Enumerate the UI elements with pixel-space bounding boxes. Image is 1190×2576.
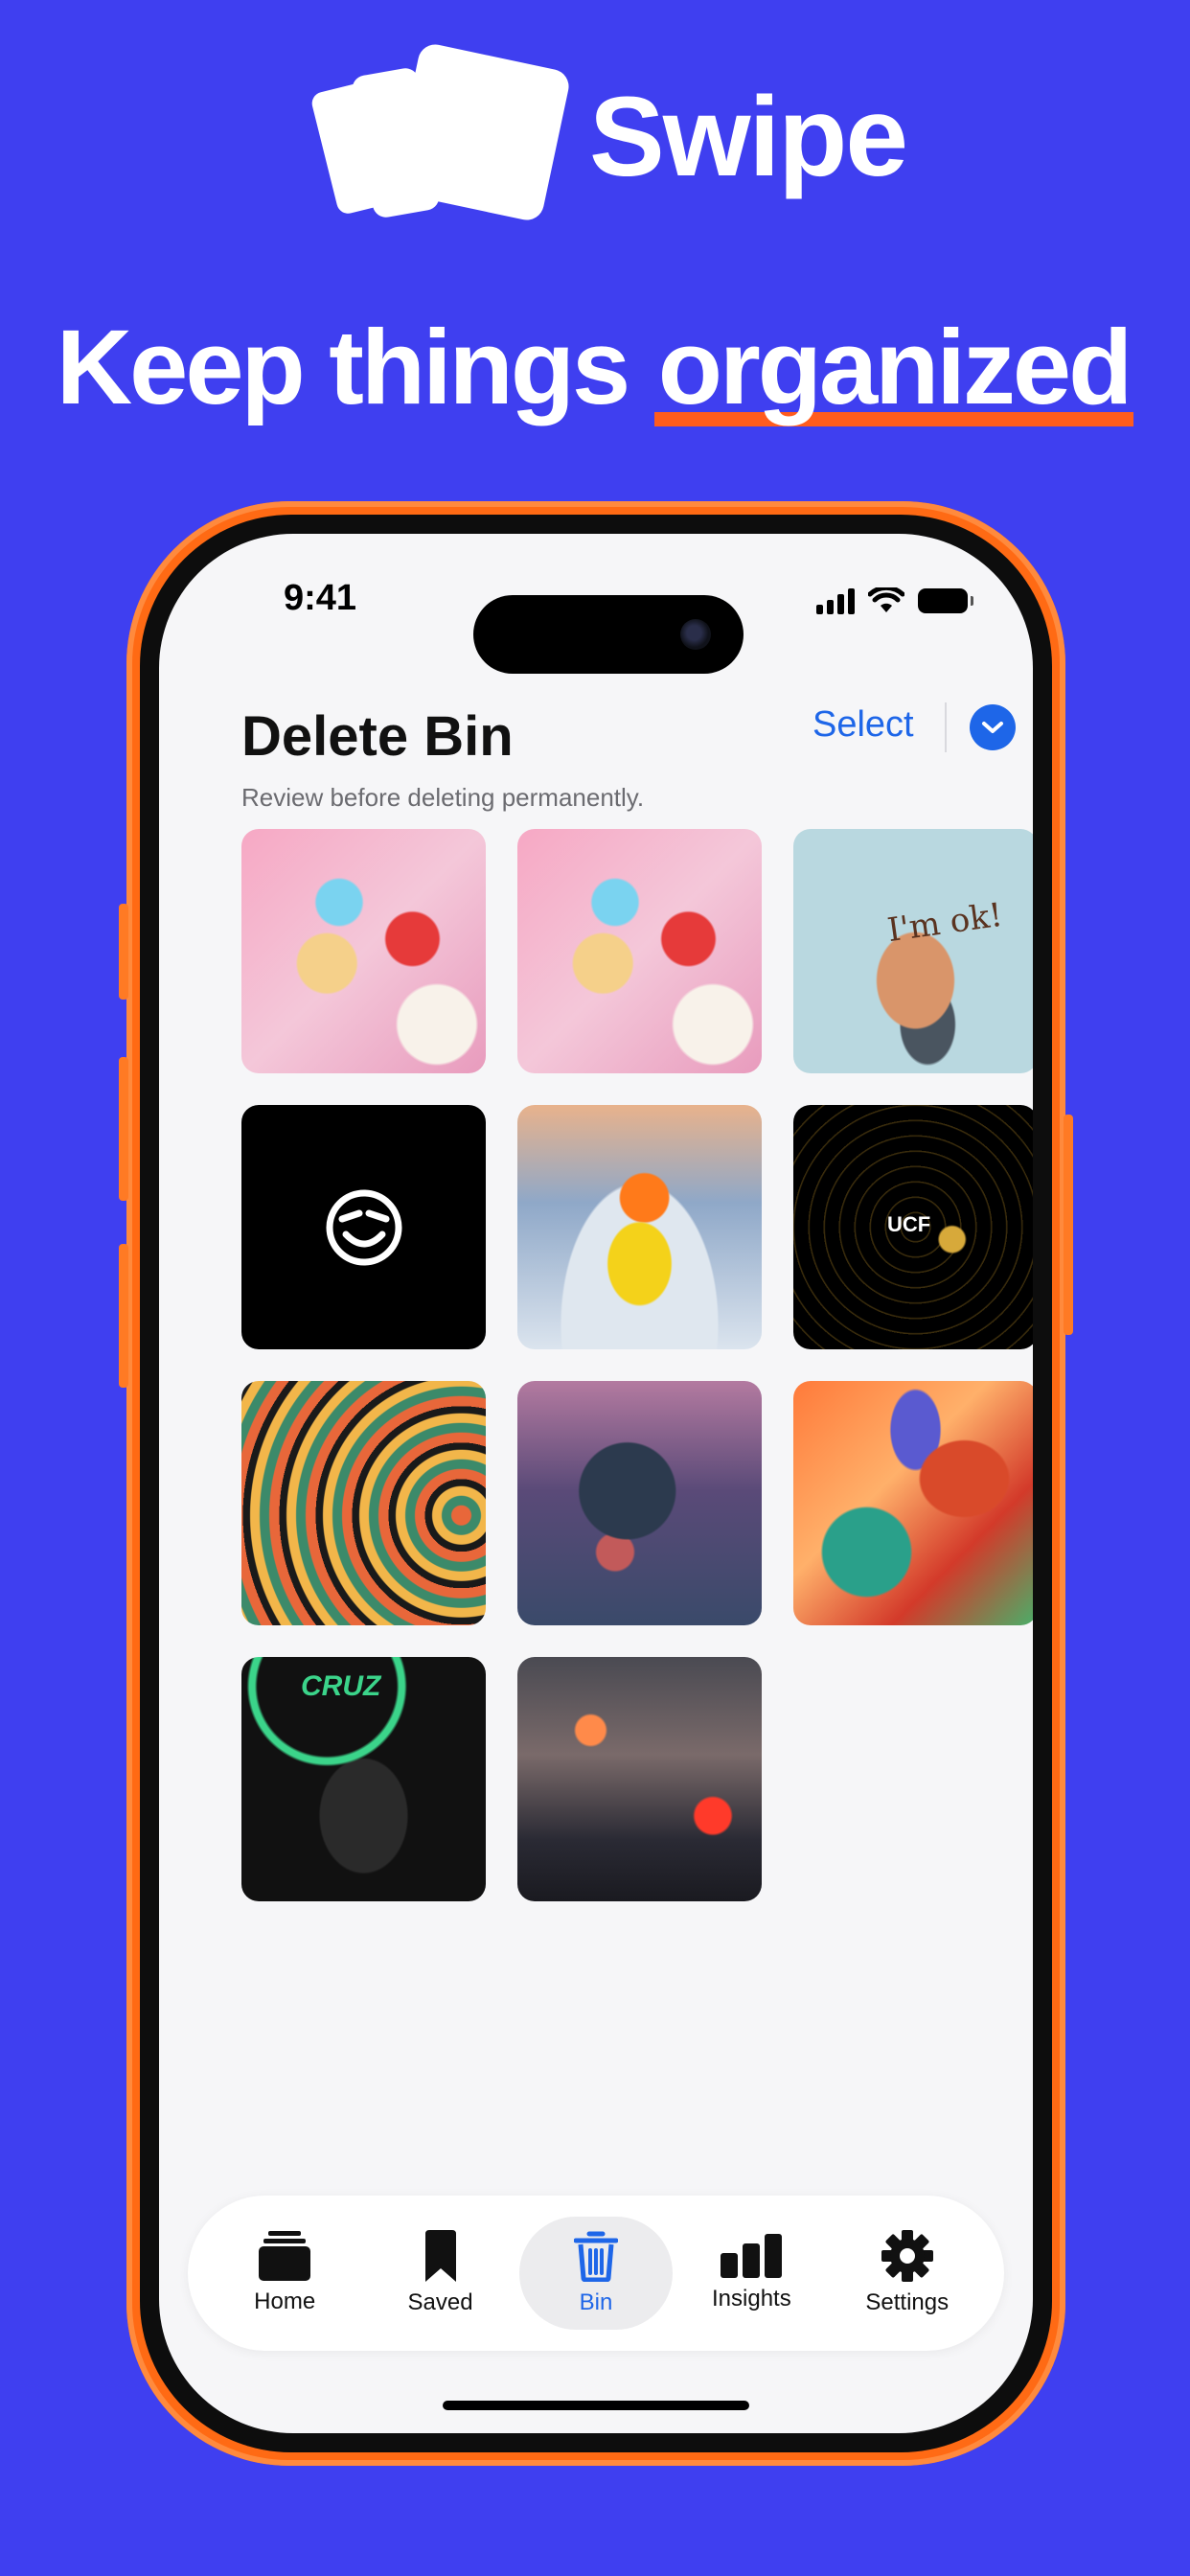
photo-grid: I'm ok! UCF CRUZ	[241, 829, 1033, 1901]
swipe-logo-icon	[309, 41, 572, 225]
tab-label: Settings	[865, 2289, 950, 2315]
tab-home[interactable]: Home	[208, 2217, 361, 2330]
cellular-signal-icon	[816, 587, 855, 614]
select-button[interactable]: Select	[812, 704, 914, 746]
tab-label: Saved	[407, 2289, 473, 2315]
phone-frame: 9:41 Delete Bin Review before deleting p…	[119, 501, 1073, 2466]
tab-bin[interactable]: Bin	[518, 2217, 673, 2330]
status-bar: 9:41	[159, 568, 1033, 674]
photo-thumbnail[interactable]: UCF	[793, 1105, 1033, 1349]
page-title: Delete Bin	[241, 705, 514, 768]
tab-label: Bin	[579, 2289, 613, 2315]
headline-highlight: organized	[653, 309, 1134, 426]
gear-icon	[881, 2230, 933, 2282]
tab-bar: Home Saved Bin Insights Settings	[188, 2196, 1004, 2351]
headline: Keep things organized	[0, 307, 1190, 428]
status-time: 9:41	[284, 578, 357, 618]
action-button	[119, 904, 128, 1000]
phone-screen: 9:41 Delete Bin Review before deleting p…	[159, 534, 1033, 2433]
volume-up-button	[119, 1057, 128, 1201]
photo-thumbnail[interactable]	[793, 1381, 1033, 1625]
tab-label: Insights	[712, 2286, 791, 2312]
photo-thumbnail[interactable]	[241, 1105, 486, 1349]
photo-badge: UCF	[887, 1212, 931, 1236]
wifi-icon	[868, 587, 904, 612]
tab-settings[interactable]: Settings	[831, 2217, 984, 2330]
brand-name: Swipe	[589, 73, 908, 200]
camera-icon	[680, 619, 711, 650]
header-divider	[945, 702, 947, 752]
bar-chart-icon	[721, 2234, 783, 2278]
brand: Swipe	[309, 41, 908, 225]
page-subtitle: Review before deleting permanently.	[241, 783, 645, 812]
photo-thumbnail[interactable]	[241, 1381, 486, 1625]
photo-thumbnail[interactable]	[241, 829, 486, 1073]
smiley-logo-icon	[326, 1189, 401, 1265]
home-indicator[interactable]	[443, 2401, 749, 2410]
power-button	[1064, 1115, 1073, 1335]
chevron-down-icon[interactable]	[970, 704, 1016, 750]
photo-thumbnail[interactable]: I'm ok!	[793, 829, 1033, 1073]
headline-lead: Keep things	[56, 309, 654, 426]
tab-saved[interactable]: Saved	[364, 2217, 517, 2330]
photo-thumbnail[interactable]: CRUZ	[241, 1657, 486, 1901]
photo-caption: I'm ok!	[884, 895, 1005, 951]
battery-icon	[918, 588, 973, 613]
photo-thumbnail[interactable]	[517, 1381, 762, 1625]
photo-thumbnail[interactable]	[517, 829, 762, 1073]
tab-label: Home	[254, 2288, 316, 2314]
photo-thumbnail[interactable]	[517, 1657, 762, 1901]
status-icons	[816, 587, 973, 614]
tab-insights[interactable]: Insights	[675, 2217, 828, 2330]
bookmark-icon	[424, 2230, 456, 2282]
photo-caption: CRUZ	[301, 1670, 381, 1702]
dynamic-island	[473, 595, 744, 674]
photo-thumbnail[interactable]	[517, 1105, 762, 1349]
trash-icon	[573, 2231, 618, 2282]
volume-down-button	[119, 1244, 128, 1388]
phone-bezel: 9:41 Delete Bin Review before deleting p…	[140, 515, 1052, 2452]
stack-icon	[259, 2231, 311, 2281]
